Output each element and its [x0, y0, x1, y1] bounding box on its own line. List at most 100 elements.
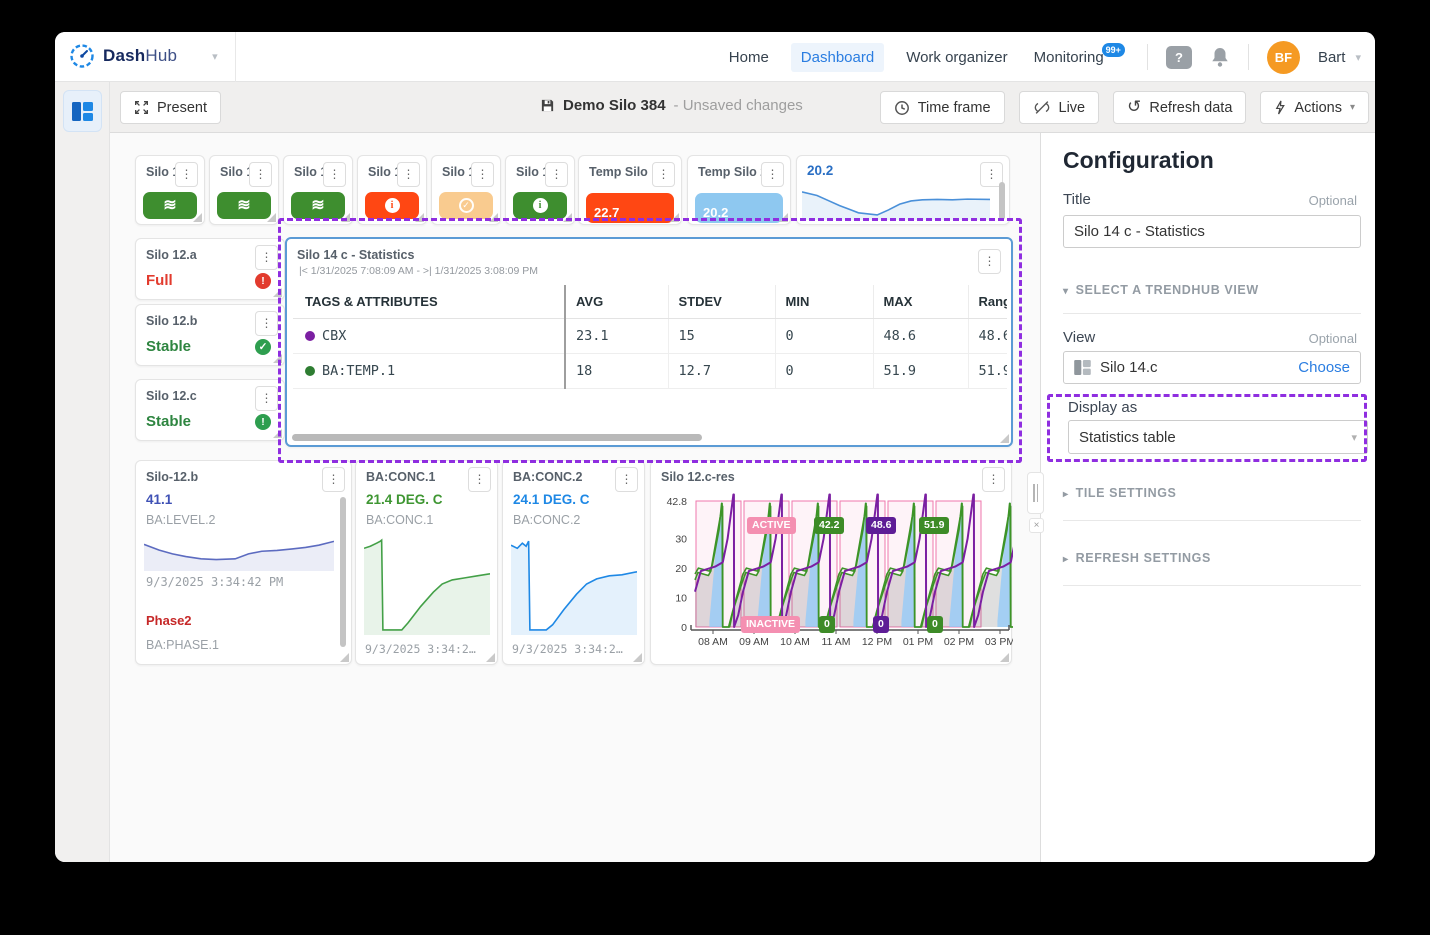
user-avatar[interactable]: BF [1266, 40, 1300, 74]
timestamp: 9/3/2025 3:34:2… [512, 642, 623, 656]
user-name[interactable]: Bart [1318, 49, 1346, 66]
status-text: Full [146, 272, 173, 289]
resize-handle[interactable] [670, 213, 679, 222]
resize-handle[interactable] [273, 288, 282, 297]
wave-icon: ≋ [311, 196, 325, 214]
brand-logo[interactable]: DashHub ▾ [68, 42, 218, 70]
tile-silo-4[interactable]: Silo 1 ⋮ i [357, 155, 427, 225]
tile-menu-button[interactable]: ⋮ [615, 467, 638, 492]
nav-divider [1247, 44, 1249, 70]
resize-handle[interactable] [273, 429, 282, 438]
resize-handle[interactable] [633, 653, 642, 662]
resize-handle[interactable] [341, 213, 350, 222]
tile-scrollbar[interactable] [340, 497, 346, 647]
tile-scrollbar[interactable] [999, 182, 1005, 220]
tile-silo-5[interactable]: Silo 1 ⋮ ✓ [431, 155, 501, 225]
tile-silo-3[interactable]: Silo 1 ⋮ ≋ [283, 155, 353, 225]
resize-handle[interactable] [563, 213, 572, 222]
monitoring-count-badge: 99+ [1101, 42, 1125, 57]
chart-badge-value: 51.9 [919, 517, 950, 534]
resize-handle[interactable] [193, 213, 202, 222]
resize-handle[interactable] [267, 213, 276, 222]
brand-chevron-down-icon[interactable]: ▾ [212, 50, 218, 63]
tile-silo-12b-detail[interactable]: Silo-12.b ⋮ 41.1 BA:LEVEL.2 9/3/2025 3:3… [135, 460, 352, 665]
horizontal-scrollbar[interactable] [292, 434, 702, 441]
resize-handle[interactable] [486, 653, 495, 662]
tile-menu-button[interactable]: ⋮ [255, 245, 278, 270]
top-navbar: DashHub ▾ Home Dashboard Work organizer … [55, 32, 1375, 82]
tile-statistics[interactable]: Silo 14 c - Statistics |< 1/31/2025 7:08… [285, 237, 1013, 447]
title-field-label: Title [1063, 191, 1091, 208]
tile-menu-button[interactable]: ⋮ [761, 162, 784, 187]
display-as-select[interactable]: Statistics table ▾ [1068, 420, 1368, 454]
resize-handle[interactable] [415, 213, 424, 222]
actions-button[interactable]: Actions ▾ [1260, 91, 1369, 124]
tile-silo-12b[interactable]: Silo 12.b ⋮ Stable ✓ [135, 304, 285, 366]
view-field[interactable]: Silo 14.c Choose [1063, 351, 1361, 384]
tile-silo-2[interactable]: Silo 1 ⋮ ≋ [209, 155, 279, 225]
live-button[interactable]: Live [1018, 91, 1100, 124]
nav-item-work-organizer[interactable]: Work organizer [902, 43, 1011, 72]
section-tile-settings[interactable]: ▸ TILE SETTINGS [1063, 486, 1177, 500]
present-button[interactable]: Present [120, 91, 221, 124]
nav-item-monitoring[interactable]: Monitoring 99+ [1030, 42, 1129, 72]
tile-menu-button[interactable]: ⋮ [468, 467, 491, 492]
nav-item-home[interactable]: Home [725, 43, 773, 72]
refresh-data-button[interactable]: ↺ Refresh data [1113, 91, 1247, 124]
tile-title: Temp Silo 2 [698, 165, 762, 179]
tile-trend-20-2[interactable]: 20.2 ⋮ [796, 155, 1010, 225]
table-header-row: TAGS & ATTRIBUTES AVG STDEV MIN MAX Rang… [293, 285, 1007, 319]
tile-menu-button[interactable]: ⋮ [397, 162, 420, 187]
choose-view-link[interactable]: Choose [1298, 359, 1350, 376]
resize-handle[interactable] [273, 354, 282, 363]
section-refresh-settings[interactable]: ▸ REFRESH SETTINGS [1063, 551, 1211, 565]
tile-menu-button[interactable]: ⋮ [175, 162, 198, 187]
temp-value: 22.7 [594, 205, 620, 220]
resize-handle[interactable] [340, 653, 349, 662]
tile-ba-conc-2[interactable]: BA:CONC.2 ⋮ 24.1 DEG. C BA:CONC.2 9/3/20… [502, 460, 645, 665]
tile-menu-button[interactable]: ⋮ [978, 249, 1001, 274]
time-frame-button[interactable]: Time frame [879, 91, 1005, 124]
help-icon[interactable]: ? [1165, 45, 1192, 69]
tile-silo-12c-res[interactable]: Silo 12.c-res ⋮ 42.8 30 20 10 0 08 AM 09 AM 10 … [650, 460, 1013, 665]
section-select-trendhub-view[interactable]: ▾ SELECT A TRENDHUB VIEW [1063, 283, 1259, 297]
user-chevron-down-icon[interactable]: ▾ [1355, 51, 1361, 64]
resize-handle[interactable] [1000, 434, 1009, 443]
tile-menu-button[interactable]: ⋮ [323, 162, 346, 187]
tile-temp-silo-2[interactable]: Temp Silo 2 ⋮ 20.2 [687, 155, 791, 225]
svg-text:01 PM: 01 PM [903, 636, 933, 648]
tile-menu-button[interactable]: ⋮ [652, 162, 675, 187]
tile-menu-button[interactable]: ⋮ [249, 162, 272, 187]
tile-menu-button[interactable]: ⋮ [545, 162, 568, 187]
panel-close-button[interactable]: × [1029, 518, 1044, 533]
tile-menu-button[interactable]: ⋮ [471, 162, 494, 187]
info-icon: i [384, 198, 400, 213]
tag-label: BA:CONC.2 [513, 513, 581, 527]
sidebar-item-dashboards[interactable] [63, 90, 102, 132]
resize-handle[interactable] [779, 213, 788, 222]
series-dot [305, 366, 315, 376]
tile-value: 41.1 [146, 492, 173, 507]
tile-silo-1[interactable]: Silo 1 ⋮ ≋ [135, 155, 205, 225]
tile-silo-12c[interactable]: Silo 12.c ⋮ Stable ! [135, 379, 285, 441]
tile-silo-12a[interactable]: Silo 12.a ⋮ Full ! [135, 238, 285, 300]
expand-icon [134, 100, 149, 115]
alert-icon: ! [255, 273, 271, 289]
tile-silo-6[interactable]: Silo 1 ⋮ i [505, 155, 575, 225]
tile-ba-conc-1[interactable]: BA:CONC.1 ⋮ 21.4 DEG. C BA:CONC.1 9/3/20… [355, 460, 498, 665]
bell-icon[interactable] [1210, 46, 1230, 68]
tile-title: Silo 12.a [146, 248, 197, 262]
chart-badge-inactive: INACTIVE [741, 616, 801, 633]
tile-temp-silo-1[interactable]: Temp Silo 1 ⋮ 22.7 [578, 155, 682, 225]
nav-divider [235, 32, 236, 82]
title-input[interactable] [1063, 215, 1361, 248]
tile-menu-button[interactable]: ⋮ [255, 386, 278, 411]
panel-resize-handle[interactable] [1027, 472, 1044, 514]
save-icon[interactable] [540, 98, 555, 113]
resize-handle[interactable] [1000, 653, 1009, 662]
tile-menu-button[interactable]: ⋮ [255, 311, 278, 336]
resize-handle[interactable] [489, 213, 498, 222]
tile-menu-button[interactable]: ⋮ [322, 467, 345, 492]
view-value: Silo 14.c [1100, 359, 1158, 376]
nav-item-dashboard[interactable]: Dashboard [790, 42, 885, 72]
